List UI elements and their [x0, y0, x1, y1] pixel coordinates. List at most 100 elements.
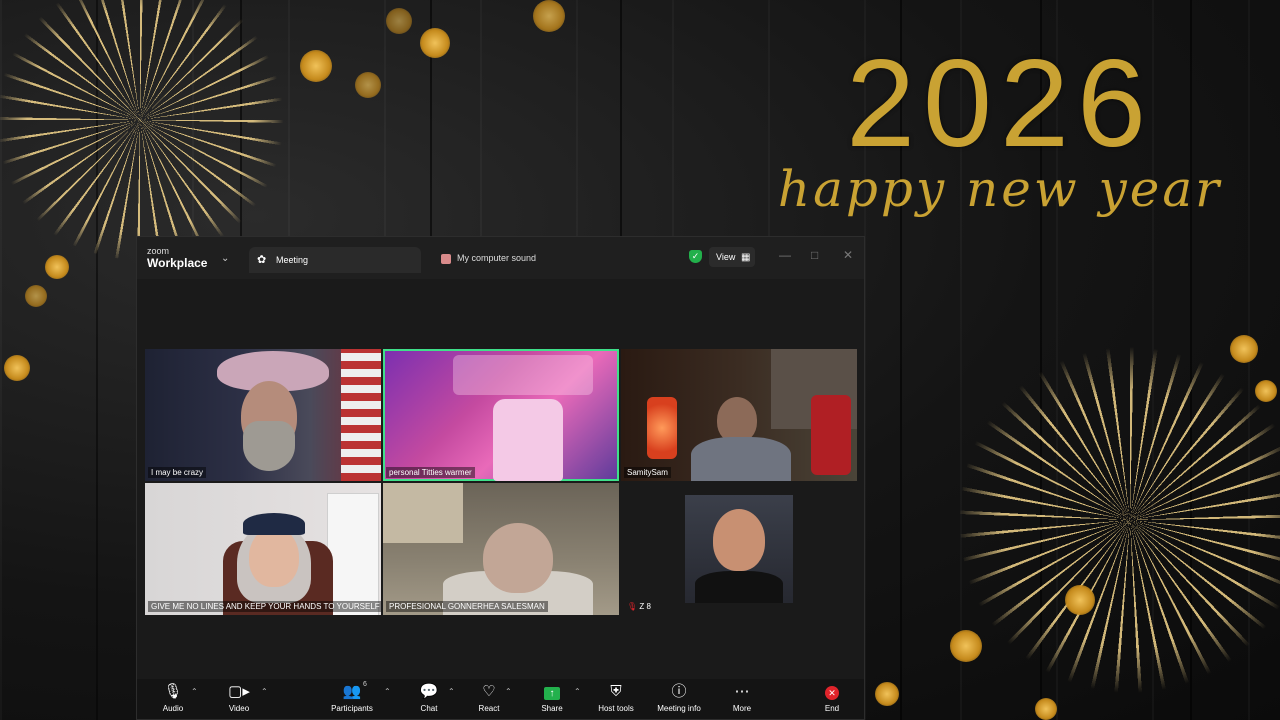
camera-feed	[685, 495, 793, 603]
video-tile[interactable]: PROFESIONAL GONNERHEA SALESMAN	[383, 483, 619, 615]
bokeh-light	[1230, 335, 1258, 363]
meeting-info-label: Meeting info	[657, 704, 701, 713]
chevron-down-icon[interactable]: ⌄	[221, 253, 229, 264]
wall-board	[383, 483, 463, 543]
host-tools-button[interactable]: ⛨ Host tools	[593, 683, 639, 713]
view-button[interactable]: View ▦	[709, 247, 755, 267]
zoom-window: zoom Workplace ⌄ ✿ Meeting My computer s…	[136, 236, 865, 720]
bokeh-light	[45, 255, 69, 279]
chat-button[interactable]: 💬 Chat	[415, 683, 443, 713]
meeting-info-button[interactable]: ⓘ Meeting info	[651, 683, 707, 713]
video-tile-active-speaker[interactable]: personal Titties warmer	[383, 349, 619, 481]
brand-large: Workplace	[147, 256, 208, 270]
bokeh-light	[1255, 380, 1277, 402]
firework-top-left	[0, 0, 290, 260]
bokeh-light	[1035, 698, 1057, 720]
share-label: Share	[541, 704, 563, 713]
participant-name: PROFESIONAL GONNERHEA SALESMAN	[386, 601, 548, 612]
new-year-banner: 2026 happy new year	[760, 40, 1240, 218]
grid-icon: ▦	[741, 252, 751, 263]
video-tile[interactable]: I may be crazy	[145, 349, 381, 481]
greeting-text: happy new year	[777, 160, 1223, 218]
tab-sound-label: My computer sound	[457, 253, 537, 263]
microphone-icon: 🎙	[163, 683, 183, 700]
sound-share-icon	[441, 253, 451, 264]
video-button[interactable]: ▢▸ Video	[225, 683, 253, 713]
baseball-cap	[243, 513, 305, 535]
chat-options-caret[interactable]: ⌃	[448, 687, 455, 696]
participants-count: 6	[363, 681, 367, 688]
info-icon: ⓘ	[671, 683, 687, 700]
audio-label: Audio	[162, 704, 184, 713]
bokeh-light	[386, 8, 412, 34]
more-dots-icon: ⋯	[734, 683, 750, 700]
video-options-caret[interactable]: ⌃	[261, 687, 268, 696]
bokeh-light	[875, 682, 899, 706]
chat-bubble-icon: 💬	[419, 683, 439, 700]
firework-bottom-right	[960, 330, 1280, 710]
end-button[interactable]: ✕ End	[819, 683, 845, 713]
participants-label: Participants	[331, 704, 373, 713]
participants-button[interactable]: 👥 Participants	[325, 683, 379, 713]
participant-body	[695, 571, 783, 603]
audio-button[interactable]: 🎙 Audio	[159, 683, 187, 713]
wall-sign	[453, 355, 593, 395]
heart-icon: ♡	[482, 683, 496, 700]
door	[327, 493, 379, 615]
tab-computer-sound[interactable]: My computer sound	[441, 253, 536, 264]
flag-backdrop	[341, 349, 381, 481]
paw-icon: ✿	[257, 254, 267, 266]
tab-meeting-label: Meeting	[276, 255, 309, 265]
meeting-toolbar: 🎙 Audio ⌃ ▢▸ Video ⌃ 👥 Participants 6 ⌃ …	[137, 679, 864, 719]
heater-light	[647, 397, 677, 459]
participant-name: I may be crazy	[148, 467, 207, 478]
title-bar: zoom Workplace ⌄ ✿ Meeting My computer s…	[137, 237, 864, 279]
bokeh-light	[420, 28, 450, 58]
tab-meeting[interactable]: ✿ Meeting	[249, 247, 421, 273]
bokeh-light	[4, 355, 30, 381]
end-call-icon: ✕	[825, 686, 839, 700]
more-label: More	[732, 704, 752, 713]
bokeh-light	[950, 630, 982, 662]
shield-icon: ⛨	[610, 683, 622, 700]
participant-face	[249, 527, 299, 587]
video-label: Video	[228, 704, 250, 713]
react-label: React	[478, 704, 500, 713]
react-button[interactable]: ♡ React	[475, 683, 503, 713]
maximize-icon[interactable]: □	[811, 248, 818, 262]
participant-name: Z 8	[639, 602, 651, 611]
zoom-workplace-logo[interactable]: zoom Workplace	[147, 246, 208, 270]
bokeh-light	[355, 72, 381, 98]
participants-options-caret[interactable]: ⌃	[384, 687, 391, 696]
end-label: End	[824, 704, 840, 713]
video-tile[interactable]: SamitySam	[621, 349, 857, 481]
share-options-caret[interactable]: ⌃	[574, 687, 581, 696]
audio-options-caret[interactable]: ⌃	[191, 687, 198, 696]
more-button[interactable]: ⋯ More	[729, 683, 755, 713]
encryption-shield-icon[interactable]: ✓	[689, 250, 702, 263]
participant-name: SamitySam	[624, 467, 671, 478]
beard	[243, 421, 295, 471]
participant-name-muted: 🎙 Z 8	[624, 601, 654, 612]
video-tile[interactable]: 🎙 Z 8	[621, 483, 857, 615]
video-camera-icon: ▢▸	[228, 683, 250, 700]
close-icon[interactable]: ✕	[843, 248, 853, 262]
share-screen-icon: ↑	[544, 687, 560, 700]
pink-chair	[493, 399, 563, 481]
chat-label: Chat	[420, 704, 438, 713]
mic-muted-icon: 🎙	[627, 602, 638, 611]
bokeh-light	[533, 0, 565, 32]
minimize-icon[interactable]: —	[779, 248, 791, 262]
video-tile[interactable]: GIVE ME NO LINES AND KEEP YOUR HANDS TO …	[145, 483, 381, 615]
bokeh-light	[1065, 585, 1095, 615]
red-cup	[811, 395, 851, 475]
participant-name: GIVE ME NO LINES AND KEEP YOUR HANDS TO …	[148, 601, 381, 612]
bokeh-light	[25, 285, 47, 307]
react-options-caret[interactable]: ⌃	[505, 687, 512, 696]
view-label: View	[716, 252, 736, 262]
share-button[interactable]: ↑ Share	[538, 683, 566, 713]
participant-body	[691, 437, 791, 481]
participant-name: personal Titties warmer	[386, 467, 475, 478]
host-tools-label: Host tools	[598, 704, 634, 713]
participants-icon: 👥	[342, 683, 362, 700]
